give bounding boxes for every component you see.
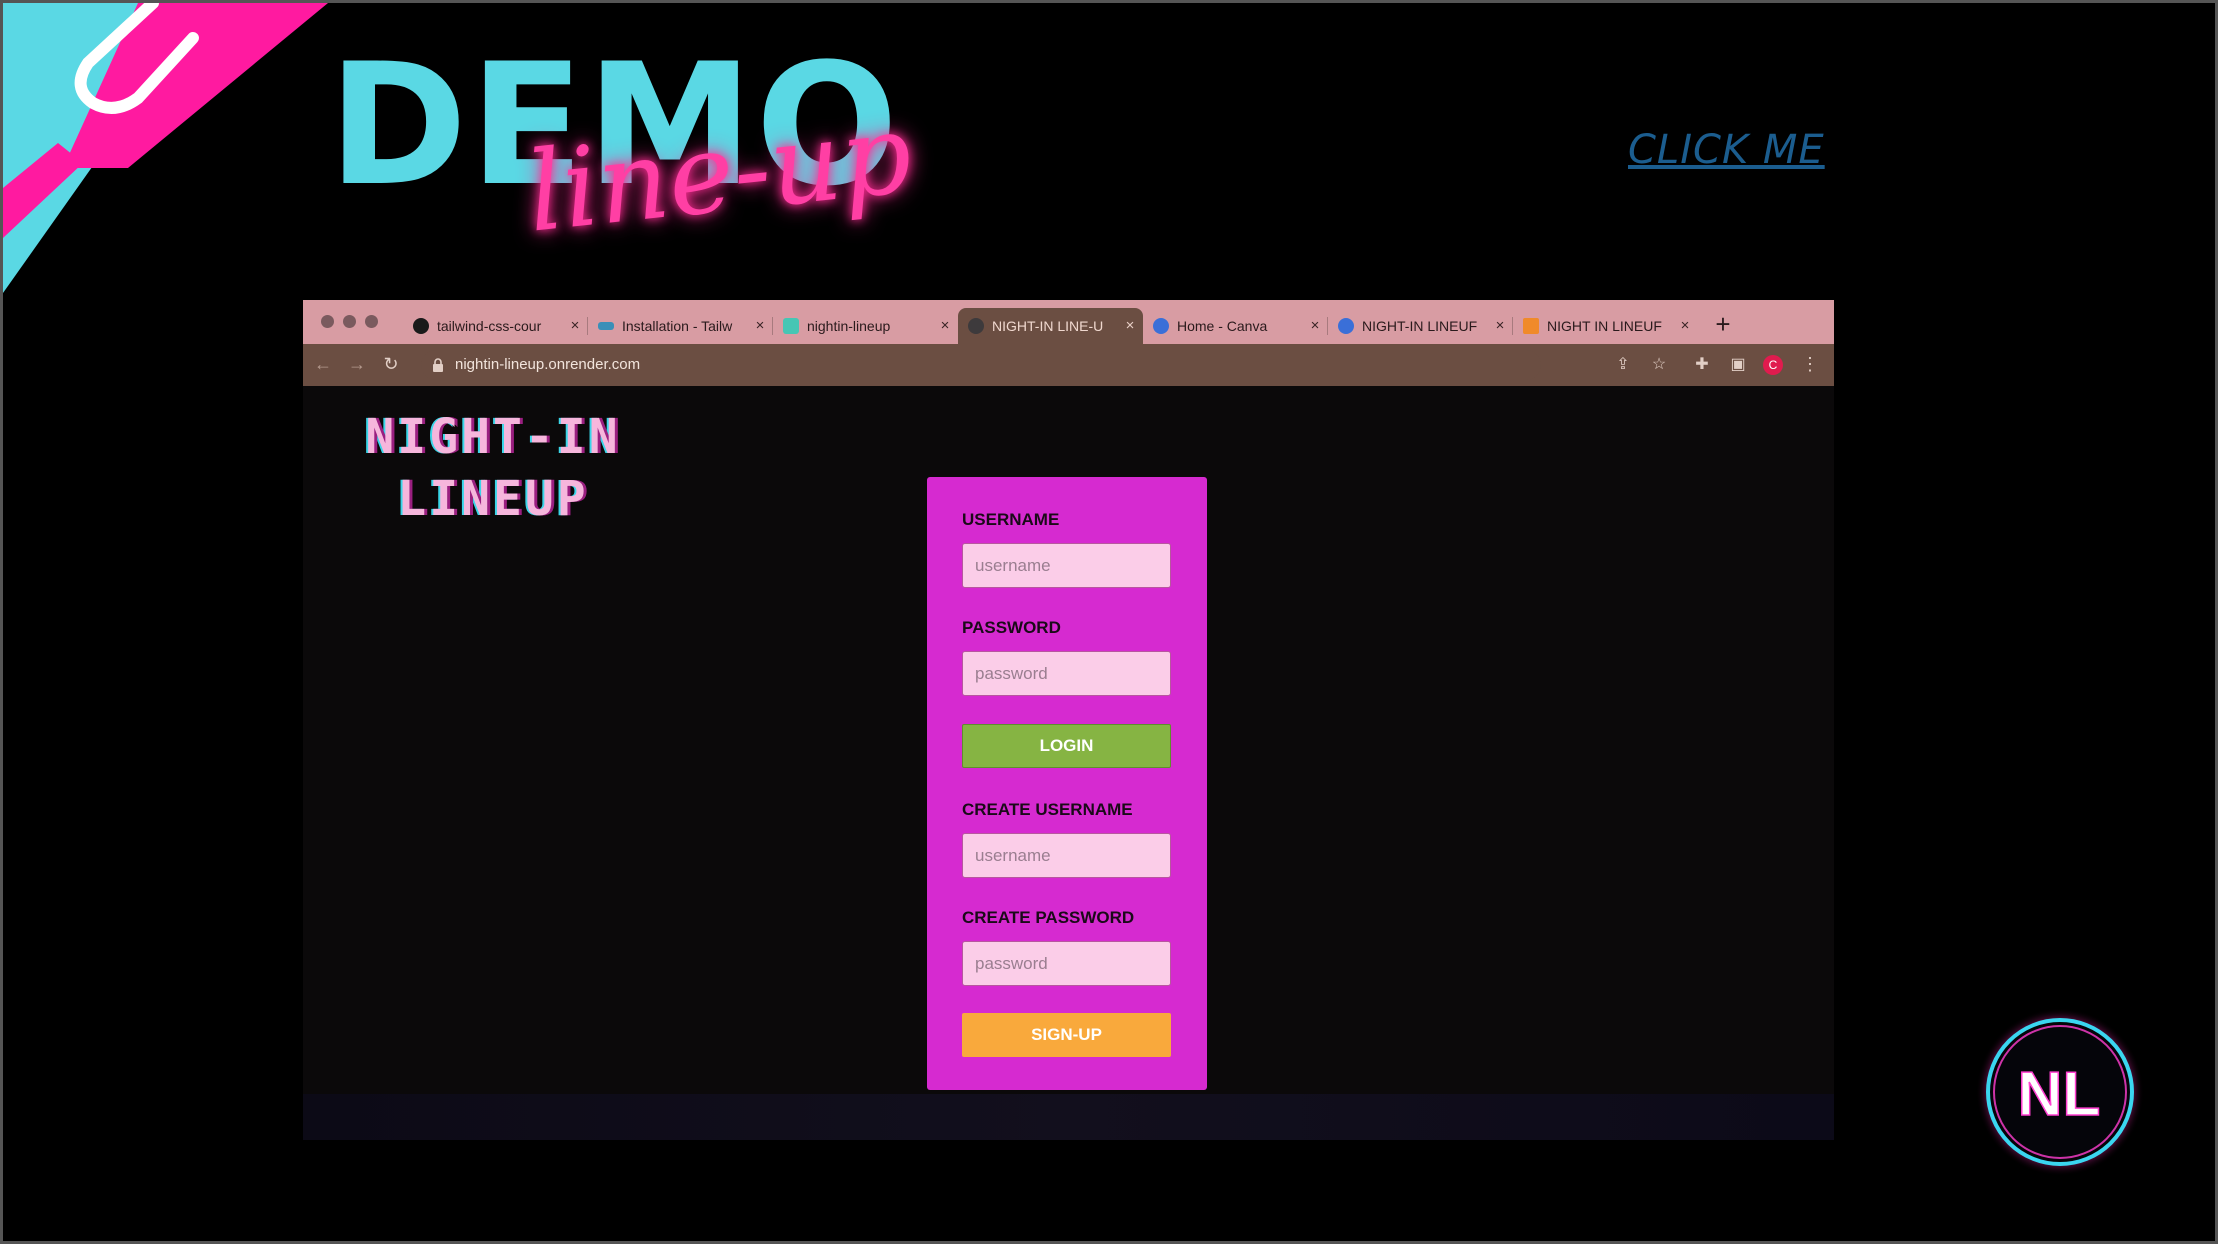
browser-menu-icon[interactable]: ⋮ [1801,352,1819,376]
slides-icon [1523,318,1539,334]
browser-tab[interactable]: Installation - Tailw × [588,308,773,344]
signup-button[interactable]: SIGN-UP [962,1013,1171,1057]
minimize-window-dot[interactable] [343,315,356,328]
app-logo-line2: LINEUP [397,471,589,527]
new-tab-button[interactable]: + [1708,309,1738,339]
auth-form-card: USERNAME PASSWORD LOGIN CREATE USERNAME … [927,477,1207,1090]
nl-logo-text: NL [2018,1060,2101,1129]
create-password-label: CREATE PASSWORD [962,908,1135,927]
username-input[interactable] [962,543,1171,588]
tab-label: Installation - Tailw [622,318,733,334]
canva-icon [1153,318,1169,334]
password-input[interactable] [962,651,1171,696]
browser-tab[interactable]: nightin-lineup × [773,308,958,344]
canva-icon [1338,318,1354,334]
password-label: PASSWORD [962,618,1061,637]
tab-label: nightin-lineup [807,318,891,334]
tailwind-icon [598,322,614,330]
close-tab-icon[interactable]: × [568,308,582,344]
browser-tab[interactable]: NIGHT-IN LINEUF × [1328,308,1513,344]
maximize-window-dot[interactable] [365,315,378,328]
close-tab-icon[interactable]: × [1678,308,1692,344]
page-bottom-strip [303,1094,1834,1140]
github-icon [413,318,429,334]
page-icon [968,318,984,334]
forward-icon[interactable]: → [345,352,369,376]
create-username-label: CREATE USERNAME [962,800,1133,819]
back-icon[interactable]: ← [311,352,335,376]
lock-icon [433,358,443,372]
username-label: USERNAME [962,510,1060,529]
close-window-dot[interactable] [321,315,334,328]
create-username-input[interactable] [962,833,1171,878]
browser-tab[interactable]: Home - Canva × [1143,308,1328,344]
side-panel-icon[interactable]: ▣ [1726,353,1750,377]
presentation-slide: DEMO line-up CLICK ME tailwind-css-cour … [0,0,2218,1244]
click-me-link[interactable]: CLICK ME [1628,127,1825,173]
tab-label: Home - Canva [1177,318,1268,334]
browser-toolbar: ← → ↻ nightin-lineup.onrender.com ⇪ ☆ ✚ … [303,344,1834,386]
app-logo: NIGHT-IN LINEUP [333,406,653,530]
browser-tab-active[interactable]: NIGHT-IN LINE-U × [958,308,1143,344]
close-tab-icon[interactable]: × [1493,308,1507,344]
browser-window: tailwind-css-cour × Installation - Tailw… [303,300,1834,1140]
page-content: NIGHT-IN LINEUP USERNAME PASSWORD LOGIN … [303,386,1834,1140]
tab-label: tailwind-css-cour [437,318,542,334]
app-logo-line1: NIGHT-IN [365,409,621,465]
tab-label: NIGHT-IN LINEUF [1362,318,1478,334]
url-text: nightin-lineup.onrender.com [455,356,641,373]
extensions-icon[interactable]: ✚ [1690,353,1714,377]
tab-bar: tailwind-css-cour × Installation - Tailw… [303,300,1834,344]
create-password-input[interactable] [962,941,1171,986]
browser-tab[interactable]: NIGHT IN LINEUF × [1513,308,1698,344]
close-tab-icon[interactable]: × [753,308,767,344]
close-tab-icon[interactable]: × [1123,308,1137,344]
bookmark-star-icon[interactable]: ☆ [1647,353,1671,377]
render-icon [783,318,799,334]
close-tab-icon[interactable]: × [938,308,952,344]
profile-avatar[interactable]: C [1763,355,1783,375]
address-bar[interactable]: nightin-lineup.onrender.com [421,350,1541,380]
browser-tab[interactable]: tailwind-css-cour × [403,308,588,344]
reload-icon[interactable]: ↻ [379,352,403,376]
close-tab-icon[interactable]: × [1308,308,1322,344]
tab-label: NIGHT-IN LINE-U [992,318,1104,334]
decorative-corner-stripes [3,3,328,293]
login-button[interactable]: LOGIN [962,724,1171,768]
nl-logo-badge: NL [1976,1008,2144,1176]
share-icon[interactable]: ⇪ [1611,353,1635,377]
tab-label: NIGHT IN LINEUF [1547,318,1662,334]
